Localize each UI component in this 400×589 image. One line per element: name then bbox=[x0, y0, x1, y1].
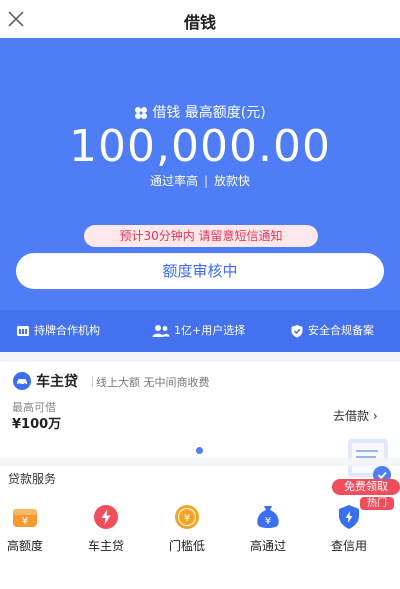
carousel-indicator bbox=[196, 447, 203, 454]
feature-compliance: 安全合规备案 bbox=[290, 318, 374, 344]
quota-label-row: 借钱 最高额度(元) bbox=[0, 102, 400, 122]
service-label: 高额度 bbox=[6, 539, 43, 553]
svg-text:¥: ¥ bbox=[265, 516, 271, 527]
taglines: 通过率高 | 放款快 bbox=[0, 172, 400, 189]
sms-notice-badge: 预计30分钟内 请留意短信通知 bbox=[84, 225, 318, 247]
page-title: 借钱 bbox=[183, 13, 216, 32]
tag-separator: | bbox=[203, 174, 209, 188]
section-divider bbox=[0, 352, 400, 362]
feature-users: 1亿+用户选择 bbox=[152, 318, 245, 344]
tag-fast-payout: 放款快 bbox=[214, 174, 251, 188]
service-label: 车主贷 bbox=[87, 539, 124, 553]
yen-wallet-icon: ¥ bbox=[13, 509, 37, 527]
service-high-limit[interactable]: ¥ 高额度 bbox=[0, 503, 60, 553]
svg-text:¥: ¥ bbox=[22, 516, 28, 527]
users-icon bbox=[152, 325, 170, 337]
go-borrow-link[interactable]: 去借款 › bbox=[333, 407, 378, 424]
service-low-threshold[interactable]: ¥ 门槛低 bbox=[152, 503, 222, 553]
product-description: 线上大额 无中间商收费 bbox=[96, 376, 210, 389]
title-divider bbox=[92, 376, 93, 387]
feature-licensed: 持牌合作机构 bbox=[16, 318, 100, 344]
bank-icon bbox=[17, 326, 29, 336]
service-credit-check[interactable]: 查信用 bbox=[314, 503, 384, 553]
clover-icon bbox=[135, 107, 148, 119]
lightning-icon bbox=[94, 505, 118, 529]
money-bag-icon: ¥ bbox=[257, 506, 279, 528]
shield-check-icon bbox=[291, 325, 303, 338]
max-borrow-value: ¥100万 bbox=[12, 417, 62, 432]
service-label: 门槛低 bbox=[168, 539, 205, 553]
feature-label: 安全合规备案 bbox=[308, 324, 374, 337]
feature-label: 1亿+用户选择 bbox=[174, 324, 246, 337]
yen-coin-icon: ¥ bbox=[175, 505, 199, 529]
service-label: 高通过 bbox=[249, 539, 286, 553]
feature-label: 持牌合作机构 bbox=[34, 324, 100, 337]
review-status-button[interactable]: 额度审核中 bbox=[16, 253, 384, 289]
svg-text:¥: ¥ bbox=[184, 513, 190, 524]
tag-pass-rate: 通过率高 bbox=[149, 174, 198, 188]
product-title[interactable]: 车主贷 bbox=[12, 371, 78, 391]
service-label: 查信用 bbox=[330, 539, 367, 553]
car-icon bbox=[13, 372, 31, 390]
service-high-pass[interactable]: ¥ 高通过 bbox=[233, 503, 303, 553]
promo-button-label[interactable]: 免费领取 bbox=[332, 479, 400, 495]
section-divider bbox=[0, 458, 400, 466]
product-name: 车主贷 bbox=[36, 374, 78, 390]
shield-lightning-icon bbox=[339, 505, 359, 529]
quota-label: 借钱 最高额度(元) bbox=[152, 105, 266, 121]
credit-amount: 100,000.00 bbox=[69, 121, 331, 172]
services-title: 贷款服务 bbox=[8, 472, 57, 486]
service-car-loan[interactable]: 车主贷 bbox=[71, 503, 141, 553]
